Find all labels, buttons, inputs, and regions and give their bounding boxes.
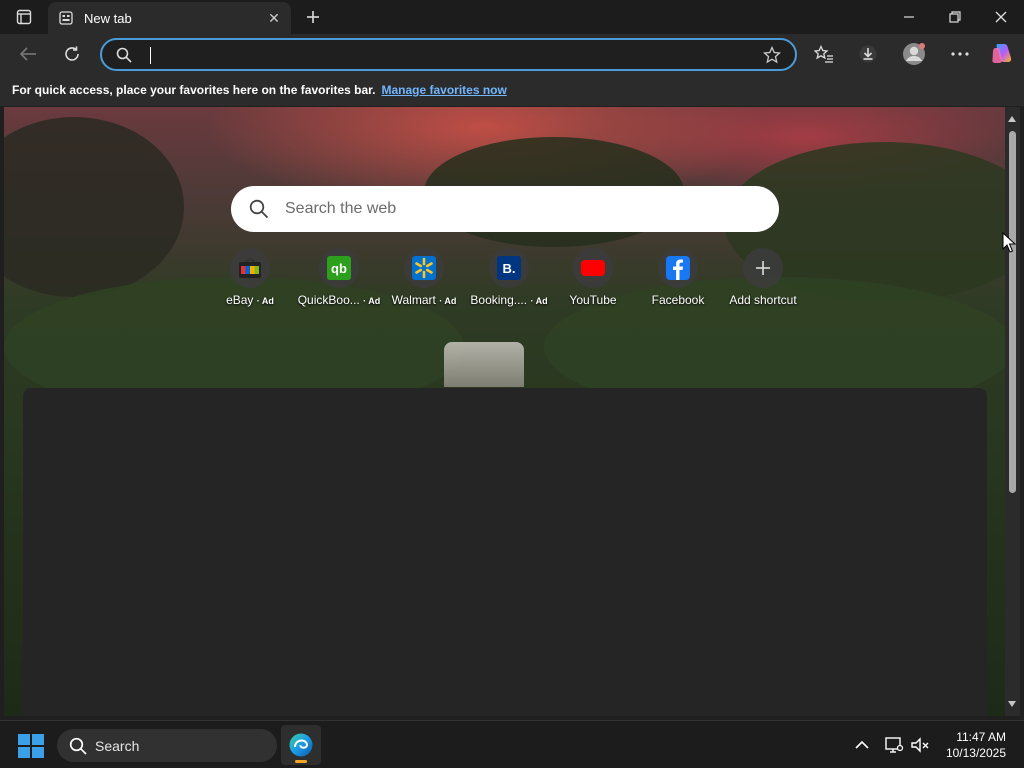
downloads-button[interactable] xyxy=(852,38,884,70)
ad-badge: · Ad xyxy=(439,296,457,306)
web-search-box[interactable]: Search the web xyxy=(231,186,779,232)
shortcut-quickbooks[interactable]: qb QuickBoo... · Ad xyxy=(296,248,382,307)
restore-button[interactable] xyxy=(932,0,978,34)
toolbar xyxy=(0,34,1024,74)
settings-and-more-button[interactable] xyxy=(944,38,976,70)
favorites-button[interactable] xyxy=(808,38,840,70)
mouse-cursor-icon xyxy=(1002,232,1016,253)
plus-icon xyxy=(307,11,319,23)
clock-time: 11:47 AM xyxy=(956,730,1006,744)
avatar-icon xyxy=(903,43,925,65)
svg-text:qb: qb xyxy=(331,261,347,276)
content-feed-panel xyxy=(23,388,987,716)
shortcut-label: eBay xyxy=(226,293,254,307)
copilot-icon xyxy=(992,44,1012,63)
shortcut-booking[interactable]: B. Booking.... · Ad xyxy=(466,248,552,307)
svg-text:B.: B. xyxy=(503,261,516,276)
background-foliage xyxy=(4,117,184,297)
profile-button[interactable] xyxy=(898,38,930,70)
download-icon xyxy=(859,45,877,63)
taskbar-search-label: Search xyxy=(95,737,140,754)
volume-tray-button[interactable] xyxy=(908,733,932,757)
quickbooks-icon: qb xyxy=(319,248,359,288)
taskbar-search-box[interactable]: Search xyxy=(57,729,277,762)
scroll-thumb[interactable] xyxy=(1009,131,1016,493)
manage-favorites-link[interactable]: Manage favorites now xyxy=(381,83,506,97)
taskbar-clock[interactable]: 11:47 AM 10/13/2025 xyxy=(946,729,1006,761)
close-window-button[interactable] xyxy=(978,0,1024,34)
shortcut-label: Add shortcut xyxy=(729,293,797,307)
address-bar[interactable] xyxy=(100,38,797,71)
shortcut-label: QuickBoo... xyxy=(297,293,360,307)
ad-badge: · Ad xyxy=(363,296,381,306)
favorites-list-icon xyxy=(814,45,833,63)
walmart-icon xyxy=(404,248,444,288)
search-icon xyxy=(69,737,87,755)
shortcut-label: YouTube xyxy=(569,293,617,307)
booking-icon: B. xyxy=(489,248,529,288)
shortcut-ebay[interactable]: eBay · Ad xyxy=(207,248,293,307)
scroll-down-arrow-icon[interactable] xyxy=(1008,701,1016,707)
restore-icon xyxy=(949,11,961,23)
new-tab-page: Search the web eBay · Ad qb QuickBoo... … xyxy=(4,107,1005,716)
shortcut-facebook[interactable]: Facebook xyxy=(635,248,721,307)
add-shortcut-button[interactable]: Add shortcut xyxy=(720,248,806,307)
tab-title: New tab xyxy=(84,10,132,26)
search-placeholder: Search the web xyxy=(285,200,397,217)
refresh-button[interactable] xyxy=(56,38,88,70)
background-waterfall xyxy=(444,342,524,387)
volume-muted-icon xyxy=(911,737,929,753)
ebay-icon xyxy=(230,248,270,288)
network-display-icon xyxy=(885,737,904,753)
taskbar: Search 11:47 AM 10/13/2025 xyxy=(0,720,1024,768)
shortcut-youtube[interactable]: YouTube xyxy=(550,248,636,307)
back-arrow-icon xyxy=(19,47,36,61)
tab-actions-button[interactable] xyxy=(10,6,38,28)
minimize-button[interactable] xyxy=(886,0,932,34)
shortcut-walmart[interactable]: Walmart · Ad xyxy=(381,248,467,307)
favorites-bar: For quick access, place your favorites h… xyxy=(0,74,1024,106)
shortcut-label: Walmart xyxy=(391,293,436,307)
title-bar: New tab ✕ xyxy=(0,0,1024,34)
chevron-up-icon xyxy=(855,740,869,749)
search-icon xyxy=(249,199,269,219)
tab-actions-icon xyxy=(16,9,32,25)
windows-start-icon[interactable] xyxy=(18,734,44,758)
close-tab-icon[interactable]: ✕ xyxy=(263,7,285,29)
edge-browser-icon xyxy=(289,733,313,757)
youtube-icon xyxy=(573,248,613,288)
add-favorite-star-icon[interactable] xyxy=(762,45,782,69)
network-tray-button[interactable] xyxy=(882,733,906,757)
taskbar-edge-button[interactable] xyxy=(281,725,321,765)
new-tab-button[interactable] xyxy=(300,5,326,29)
more-horizontal-icon xyxy=(951,52,969,56)
minimize-icon xyxy=(904,16,914,18)
ad-badge: · Ad xyxy=(530,296,548,306)
close-icon xyxy=(995,11,1007,23)
shortcut-label: Booking.... xyxy=(470,293,528,307)
show-hidden-icons-button[interactable] xyxy=(850,733,874,757)
tab-new-tab[interactable]: New tab ✕ xyxy=(48,2,291,34)
back-button[interactable] xyxy=(12,38,44,70)
scroll-up-arrow-icon[interactable] xyxy=(1008,116,1016,122)
shortcut-label: Facebook xyxy=(651,293,705,307)
clock-date: 10/13/2025 xyxy=(945,746,1006,760)
new-tab-page-icon xyxy=(58,10,74,26)
search-icon xyxy=(116,47,132,68)
plus-icon xyxy=(743,248,783,288)
facebook-icon xyxy=(658,248,698,288)
page-scrollbar[interactable] xyxy=(1005,107,1020,716)
active-app-indicator xyxy=(295,760,307,763)
copilot-button[interactable] xyxy=(986,38,1018,70)
ad-badge: · Ad xyxy=(256,296,274,306)
text-caret xyxy=(150,47,151,64)
refresh-icon xyxy=(65,46,79,61)
address-input[interactable] xyxy=(148,45,748,65)
shortcuts-row: eBay · Ad qb QuickBoo... · Ad Walmart · … xyxy=(218,248,808,308)
favorites-bar-message: For quick access, place your favorites h… xyxy=(12,83,376,97)
